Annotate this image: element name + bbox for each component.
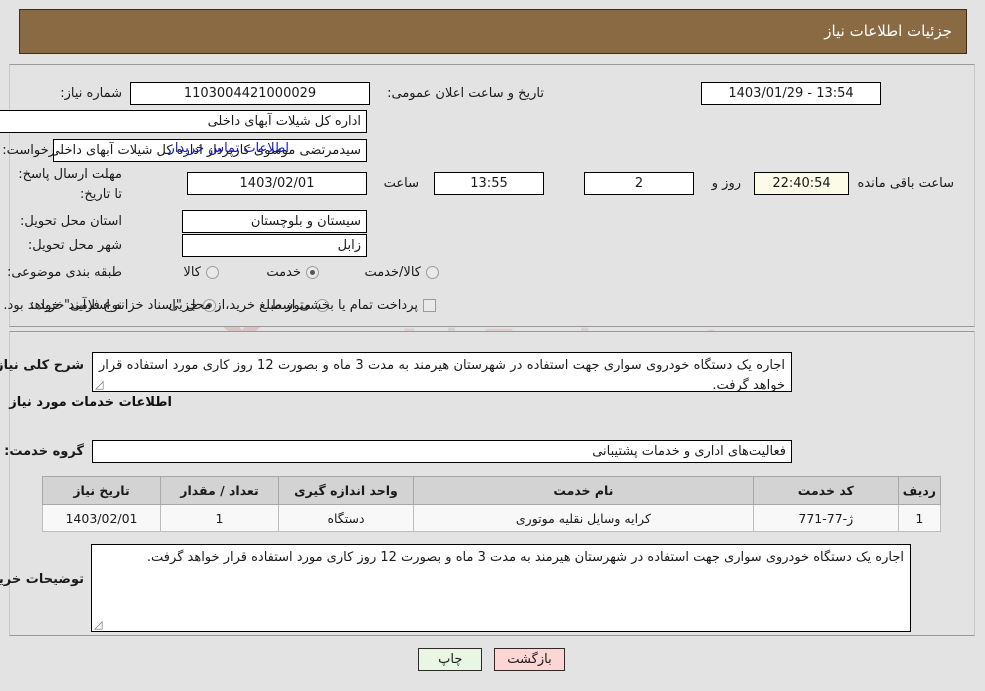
- cell-radif: 1: [898, 504, 943, 532]
- tender-detail-page: جزئیات اطلاعات نیاز AriaTender.net AriaT…: [0, 0, 985, 691]
- deadline-days-label: روز و: [712, 175, 742, 191]
- print-button[interactable]: چاپ: [419, 648, 484, 671]
- deadline-hour-label: ساعت: [384, 175, 420, 191]
- radio-icon[interactable]: [307, 265, 320, 279]
- cell-code: ژ-77-771: [753, 504, 900, 532]
- deadline-remaining-field[interactable]: 22:40:54: [755, 171, 850, 195]
- city-field[interactable]: زابل: [183, 233, 368, 257]
- buyer-org-field[interactable]: اداره کل شیلات آبهای داخلی: [0, 109, 368, 133]
- buyer-contact-link[interactable]: اطلاعات تماس خریدار: [170, 141, 290, 156]
- services-section-title: اطلاعات خدمات مورد نیاز: [10, 395, 173, 410]
- col-header-date: تاریخ نیاز: [43, 476, 162, 505]
- general-desc-label: شرح کلی نیاز:: [0, 358, 85, 373]
- category-option-kala-khedmat[interactable]: کالا/خدمت: [365, 265, 440, 280]
- treasury-bond-label: پرداخت تمام یا بخشی از مبلغ خرید،از محل …: [4, 297, 419, 313]
- page-header: جزئیات اطلاعات نیاز: [20, 9, 968, 54]
- treasury-bond-checkbox-group[interactable]: پرداخت تمام یا بخشی از مبلغ خرید،از محل …: [4, 298, 437, 313]
- table-row: 1 ژ-77-771 کرایه وسایل نقلیه موتوری دستگ…: [43, 504, 943, 532]
- category-option-kala-khedmat-label: کالا/خدمت: [365, 264, 422, 280]
- col-header-code: کد خدمت: [753, 476, 900, 505]
- category-option-kala-label: کالا: [184, 264, 202, 280]
- deadline-days-field[interactable]: 2: [585, 171, 695, 195]
- buyer-notes-text: اجاره یک دستگاه خودروی سواری جهت استفاده…: [147, 550, 905, 565]
- need-number-label: شماره نیاز:: [61, 85, 123, 101]
- col-header-name: نام خدمت: [414, 476, 755, 505]
- buyer-notes-label: توضیحات خریدار:: [0, 572, 85, 587]
- category-option-khedmat[interactable]: خدمت: [267, 265, 320, 280]
- city-label: شهر محل تحویل:: [28, 237, 123, 253]
- category-option-kala[interactable]: کالا: [184, 265, 220, 280]
- province-label: استان محل تحویل:: [21, 213, 123, 229]
- service-group-label: گروه خدمت:: [5, 443, 85, 459]
- cell-quantity: 1: [161, 504, 280, 532]
- general-desc-textarea[interactable]: اجاره یک دستگاه خودروی سواری جهت استفاده…: [93, 352, 793, 392]
- general-desc-text: اجاره یک دستگاه خودروی سواری جهت استفاده…: [100, 358, 786, 392]
- radio-icon[interactable]: [207, 265, 220, 279]
- deadline-hour-field[interactable]: 13:55: [435, 171, 545, 195]
- deadline-date-field[interactable]: 1403/02/01: [188, 171, 368, 195]
- service-group-field[interactable]: فعالیت‌های اداری و خدمات پشتیبانی: [93, 439, 793, 463]
- col-header-radif: ردیف: [898, 476, 943, 505]
- checkbox-icon[interactable]: [424, 298, 437, 312]
- province-field[interactable]: سیستان و بلوچستان: [183, 209, 368, 233]
- page-title: جزئیات اطلاعات نیاز: [825, 22, 953, 40]
- action-buttons: بازگشت چاپ: [0, 648, 985, 671]
- resize-grip-icon[interactable]: ◺: [96, 378, 106, 391]
- radio-icon[interactable]: [427, 265, 440, 279]
- cell-unit: دستگاه: [279, 504, 415, 532]
- col-header-unit: واحد اندازه گیری: [279, 476, 415, 505]
- need-number-field[interactable]: 1103004421000029: [131, 81, 371, 105]
- col-header-quantity: تعداد / مقدار: [161, 476, 280, 505]
- buyer-notes-textarea[interactable]: اجاره یک دستگاه خودروی سواری جهت استفاده…: [92, 544, 912, 632]
- category-label: طبقه بندی موضوعی:: [7, 264, 123, 280]
- deadline-remaining-label: ساعت باقی مانده: [858, 175, 955, 191]
- resize-grip-icon[interactable]: ◺: [95, 618, 105, 631]
- services-table: ردیف کد خدمت نام خدمت واحد اندازه گیری ت…: [43, 476, 943, 532]
- announce-datetime-label: تاریخ و ساعت اعلان عمومی:: [388, 85, 545, 101]
- cell-date: 1403/02/01: [43, 504, 162, 532]
- category-option-khedmat-label: خدمت: [267, 264, 302, 280]
- announce-datetime-field[interactable]: 13:54 - 1403/01/29: [702, 81, 882, 105]
- deadline-label: مهلت ارسال پاسخ: تا تاریخ:: [19, 167, 123, 202]
- table-header-row: ردیف کد خدمت نام خدمت واحد اندازه گیری ت…: [43, 476, 943, 505]
- cell-name: کرایه وسایل نقلیه موتوری: [414, 504, 755, 532]
- back-button[interactable]: بازگشت: [495, 648, 566, 671]
